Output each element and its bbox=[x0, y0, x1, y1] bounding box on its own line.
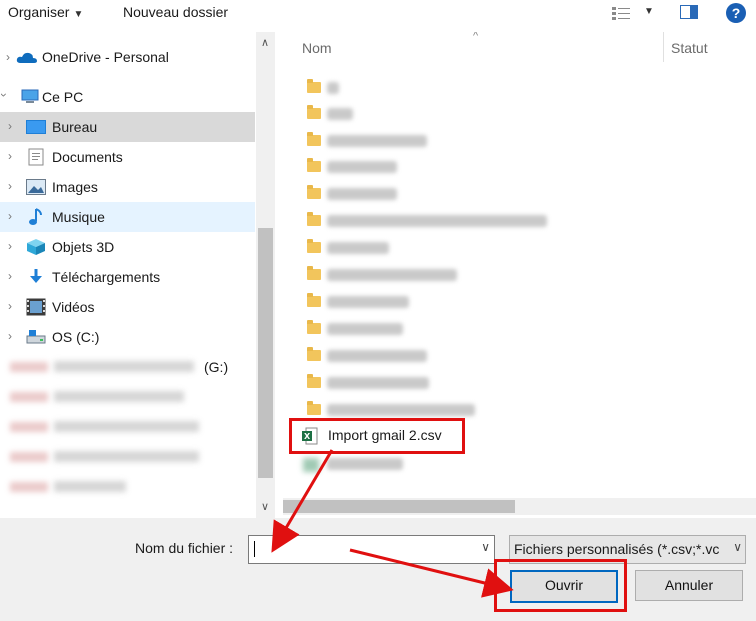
annotation-arrow-to-open bbox=[349, 548, 514, 598]
annotation-arrow-to-filename bbox=[271, 449, 334, 553]
annotation-arrows bbox=[271, 449, 514, 598]
